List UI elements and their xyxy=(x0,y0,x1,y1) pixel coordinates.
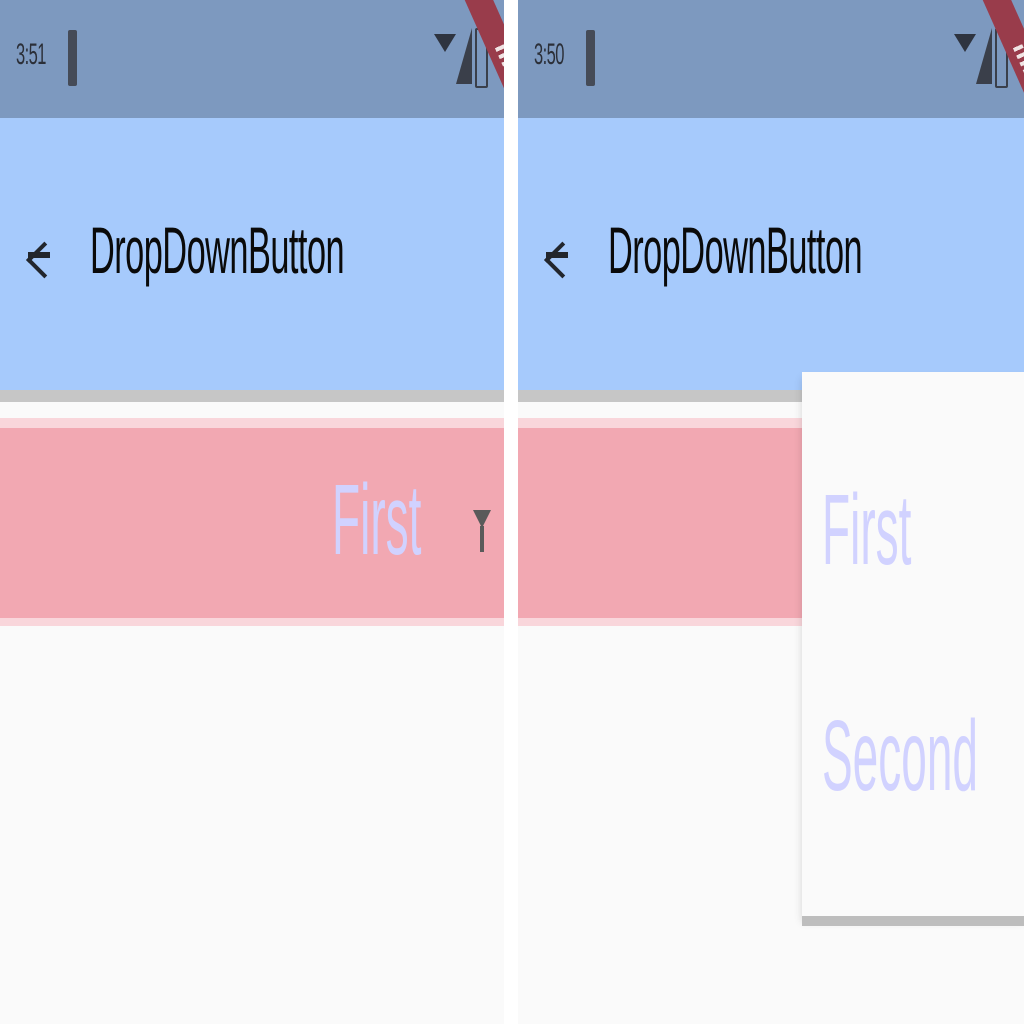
menu-item-first[interactable]: First xyxy=(822,480,911,580)
status-bar: 3:51 xyxy=(0,0,504,118)
sim-card-icon xyxy=(68,30,77,86)
back-arrow-icon[interactable] xyxy=(24,222,63,288)
status-bar: 3:50 xyxy=(518,0,1024,118)
signal-icon xyxy=(976,28,992,84)
menu-item-second[interactable]: Second xyxy=(822,706,978,806)
wifi-icon xyxy=(434,34,456,52)
dropdown-selected-value: First xyxy=(332,464,422,576)
signal-icon xyxy=(456,28,472,84)
dropdown-menu-shadow xyxy=(802,916,1024,926)
wifi-icon xyxy=(954,34,976,52)
sim-card-icon xyxy=(586,30,595,86)
page-title: DropDownButton xyxy=(90,213,345,287)
status-time: 3:50 xyxy=(534,38,564,71)
page-title: DropDownButton xyxy=(608,213,863,287)
dropdown-row-bottom-edge xyxy=(0,618,504,626)
back-arrow-icon[interactable] xyxy=(542,222,581,288)
app-bar-shadow xyxy=(0,390,504,402)
screen-dropdown-closed: 3:51 DropDownButton First xyxy=(0,0,504,1024)
dropdown-menu: First Second xyxy=(802,372,1024,916)
status-time: 3:51 xyxy=(16,38,46,71)
dropdown-button[interactable] xyxy=(0,428,504,618)
dropdown-arrow-stem xyxy=(480,526,484,552)
dropdown-row-top-edge xyxy=(0,418,504,428)
